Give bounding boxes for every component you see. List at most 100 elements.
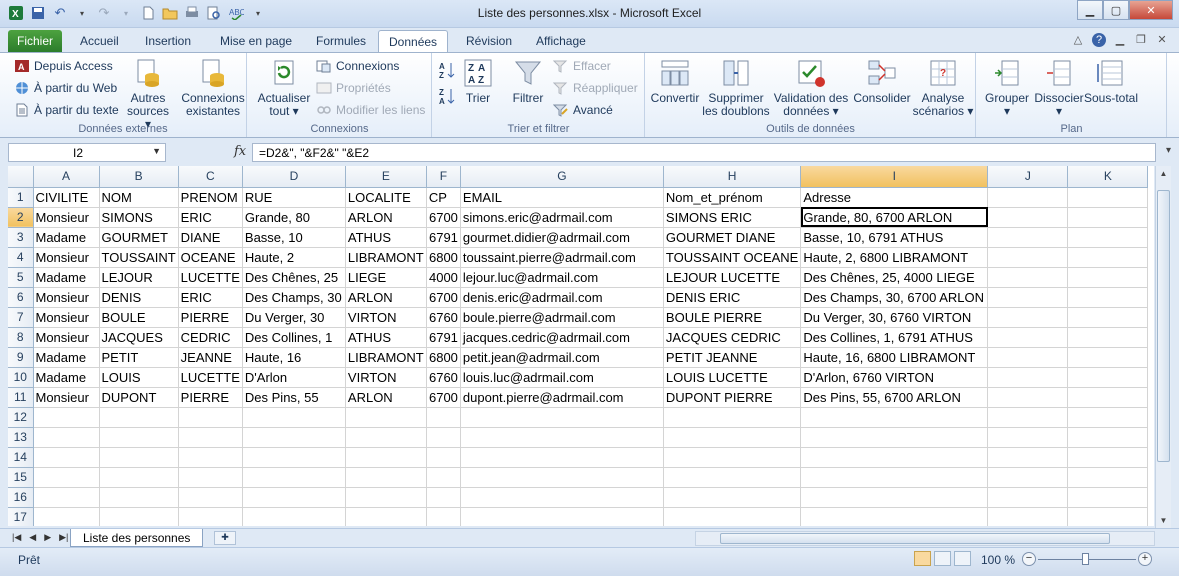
zoom-in-icon[interactable]: +	[1138, 552, 1152, 566]
scroll-down-icon[interactable]: ▼	[1156, 513, 1171, 528]
column-header-g[interactable]: G	[460, 166, 664, 188]
cell-g14[interactable]	[460, 447, 664, 468]
page-break-view-icon[interactable]	[954, 551, 971, 566]
row-header[interactable]: 16	[8, 487, 34, 508]
cell-j3[interactable]	[987, 227, 1069, 248]
cell-i9[interactable]: Haute, 16, 6800 LIBRAMONT	[800, 347, 989, 368]
cell-a17[interactable]	[33, 507, 100, 526]
minimize-ribbon-icon[interactable]: △	[1071, 33, 1085, 47]
cell-e10[interactable]: VIRTON	[345, 367, 427, 388]
cell-d5[interactable]: Des Chênes, 25	[242, 267, 346, 288]
minimize-icon[interactable]: ▁	[1077, 0, 1103, 20]
cell-k15[interactable]	[1067, 467, 1149, 488]
cell-a8[interactable]: Monsieur	[33, 327, 100, 348]
cell-j1[interactable]	[987, 187, 1069, 208]
sheet-tab-liste-des-personnes[interactable]: Liste des personnes	[70, 529, 204, 547]
cell-f12[interactable]	[426, 407, 461, 428]
column-header-a[interactable]: A	[33, 166, 100, 188]
cell-a12[interactable]	[33, 407, 100, 428]
cell-e2[interactable]: ARLON	[345, 207, 427, 228]
convertir-button[interactable]: Convertir	[648, 57, 702, 105]
filtrer-button[interactable]: Filtrer	[507, 57, 549, 105]
cell-d13[interactable]	[242, 427, 346, 448]
cell-d6[interactable]: Des Champs, 30	[242, 287, 346, 308]
cell-d9[interactable]: Haute, 16	[242, 347, 346, 368]
row-header[interactable]: 14	[8, 447, 34, 468]
depuis-texte-button[interactable]: À partir du texte	[14, 103, 119, 117]
cell-g17[interactable]	[460, 507, 664, 526]
sort-a-z-button[interactable]: AZ	[439, 61, 457, 79]
cell-g6[interactable]: denis.eric@adrmail.com	[460, 287, 664, 308]
row-header[interactable]: 17	[8, 507, 34, 526]
cell-e13[interactable]	[345, 427, 427, 448]
cell-h14[interactable]	[663, 447, 802, 468]
help-icon[interactable]: ?	[1092, 33, 1106, 47]
zoom-level[interactable]: 100 %	[981, 553, 1015, 567]
tab-formules[interactable]: Formules	[306, 30, 376, 52]
cell-i12[interactable]	[800, 407, 989, 428]
cell-c9[interactable]: JEANNE	[178, 347, 243, 368]
page-layout-view-icon[interactable]	[934, 551, 951, 566]
column-header-h[interactable]: H	[663, 166, 802, 188]
column-header-c[interactable]: C	[178, 166, 243, 188]
cell-j2[interactable]	[987, 207, 1069, 228]
cell-i5[interactable]: Des Chênes, 25, 4000 LIEGE	[800, 267, 989, 288]
cell-g15[interactable]	[460, 467, 664, 488]
cell-e9[interactable]: LIBRAMONT	[345, 347, 427, 368]
cell-f8[interactable]: 6791	[426, 327, 461, 348]
cell-h4[interactable]: TOUSSAINT OCEANE	[663, 247, 802, 268]
cell-h17[interactable]	[663, 507, 802, 526]
cell-b1[interactable]: NOM	[99, 187, 179, 208]
cell-k5[interactable]	[1067, 267, 1149, 288]
cell-j11[interactable]	[987, 387, 1069, 408]
cell-f15[interactable]	[426, 467, 461, 488]
effacer-button[interactable]: Effacer	[553, 59, 611, 73]
formula-input[interactable]: =D2&", "&F2&" "&E2	[252, 143, 1156, 162]
cell-j12[interactable]	[987, 407, 1069, 428]
cell-a4[interactable]: Monsieur	[33, 247, 100, 268]
cell-i11[interactable]: Des Pins, 55, 6700 ARLON	[800, 387, 989, 408]
row-header[interactable]: 6	[8, 287, 34, 308]
spreadsheet-grid[interactable]: A B C D E F G H I J K 1 CIVILITE NOM PRENOM RUE LOCALITE…	[8, 166, 1154, 526]
cell-f6[interactable]: 6700	[426, 287, 461, 308]
cell-d16[interactable]	[242, 487, 346, 508]
cell-h16[interactable]	[663, 487, 802, 508]
vertical-scrollbar[interactable]: ▲ ▼	[1155, 166, 1171, 528]
cell-j6[interactable]	[987, 287, 1069, 308]
cell-b4[interactable]: TOUSSAINT	[99, 247, 179, 268]
row-header[interactable]: 2	[8, 207, 34, 228]
tab-revision[interactable]: Révision	[456, 30, 522, 52]
close-icon[interactable]: ✕	[1129, 0, 1173, 20]
cell-f7[interactable]: 6760	[426, 307, 461, 328]
validation-donnees-button[interactable]: Validation des données ▾	[772, 57, 850, 118]
expand-formula-bar-icon[interactable]: ▾	[1166, 145, 1171, 156]
last-sheet-icon[interactable]: ▶|	[59, 532, 68, 543]
zoom-slider[interactable]: − +	[1022, 552, 1152, 566]
cell-k8[interactable]	[1067, 327, 1149, 348]
cell-f13[interactable]	[426, 427, 461, 448]
cell-f1[interactable]: CP	[426, 187, 461, 208]
cell-k7[interactable]	[1067, 307, 1149, 328]
cell-e16[interactable]	[345, 487, 427, 508]
cell-f14[interactable]	[426, 447, 461, 468]
cell-c6[interactable]: ERIC	[178, 287, 243, 308]
cell-f2[interactable]: 6700	[426, 207, 461, 228]
cell-e14[interactable]	[345, 447, 427, 468]
row-header[interactable]: 10	[8, 367, 34, 388]
grouper-button[interactable]: Grouper ▾	[981, 57, 1033, 118]
cell-a13[interactable]	[33, 427, 100, 448]
cell-i3[interactable]: Basse, 10, 6791 ATHUS	[800, 227, 989, 248]
cell-j15[interactable]	[987, 467, 1069, 488]
cell-c17[interactable]	[178, 507, 243, 526]
cell-f4[interactable]: 6800	[426, 247, 461, 268]
row-header[interactable]: 12	[8, 407, 34, 428]
trier-button[interactable]: ZAAZ Trier	[461, 57, 495, 105]
scroll-up-icon[interactable]: ▲	[1156, 166, 1171, 181]
cell-f16[interactable]	[426, 487, 461, 508]
cell-d15[interactable]	[242, 467, 346, 488]
cell-k3[interactable]	[1067, 227, 1149, 248]
cell-d7[interactable]: Du Verger, 30	[242, 307, 346, 328]
cell-i8[interactable]: Des Collines, 1, 6791 ATHUS	[800, 327, 989, 348]
cell-a9[interactable]: Madame	[33, 347, 100, 368]
cell-j17[interactable]	[987, 507, 1069, 526]
